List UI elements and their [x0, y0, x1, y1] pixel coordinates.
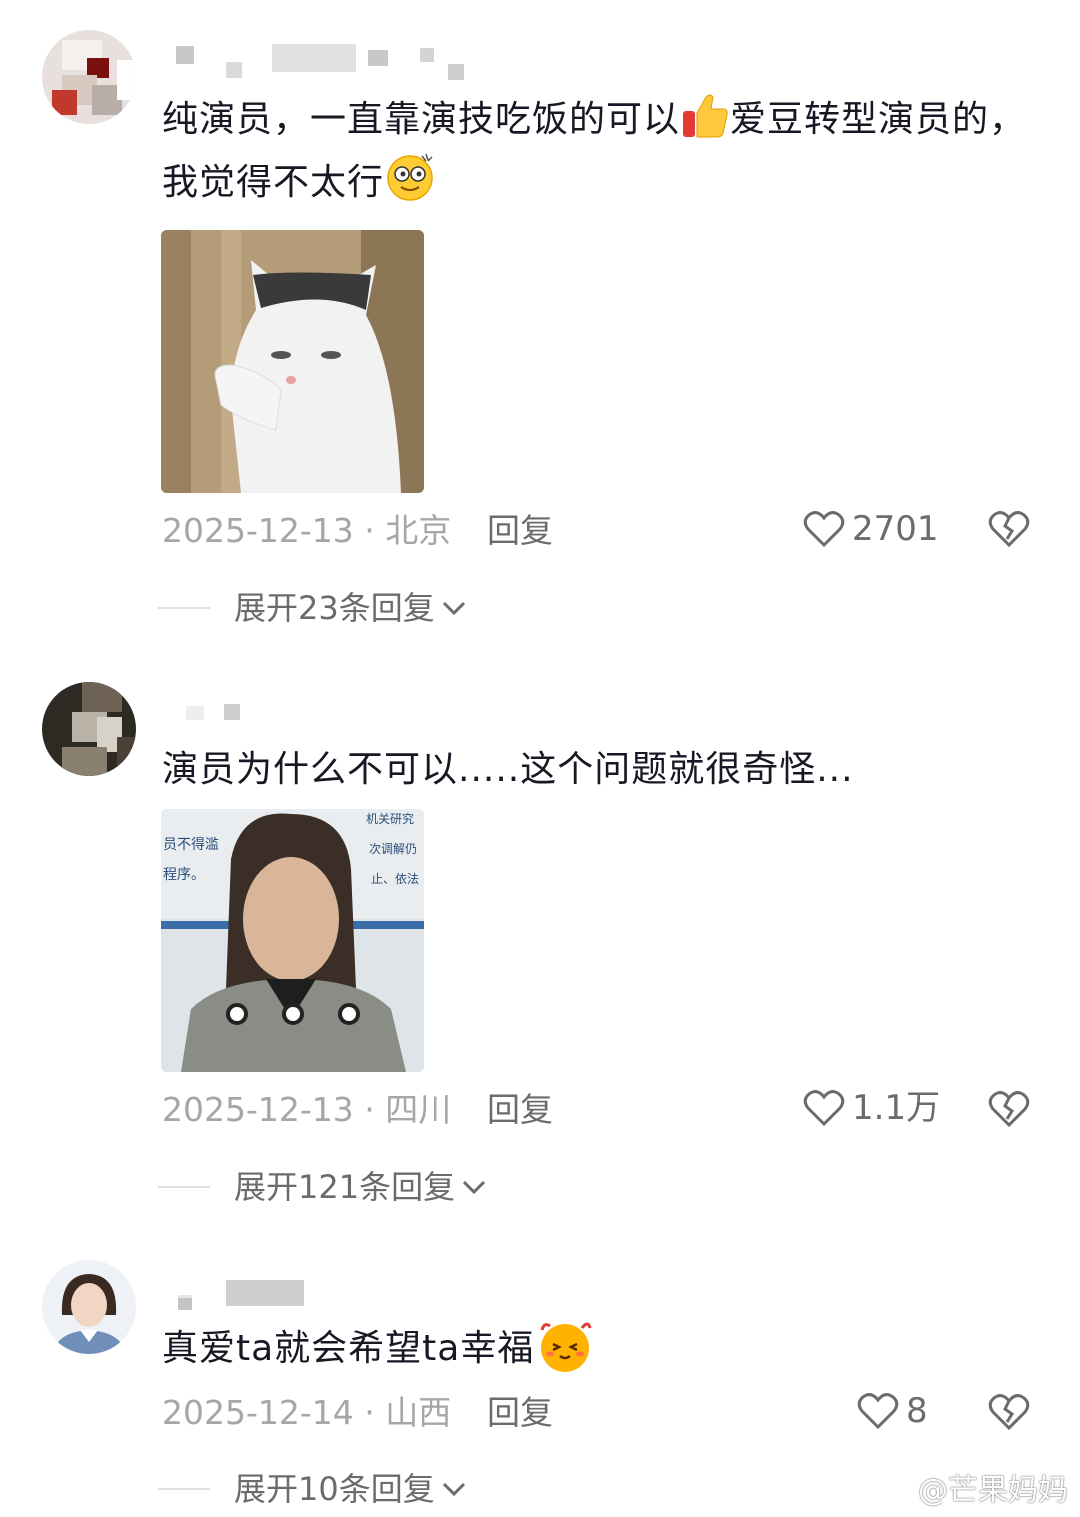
chevron-down-icon — [442, 1482, 465, 1497]
avatar[interactable] — [42, 1260, 136, 1354]
like-count: 8 — [906, 1391, 928, 1431]
like-button[interactable]: 8 — [856, 1389, 928, 1433]
weibo-logo-icon — [878, 1474, 913, 1502]
reply-button[interactable]: 回复 — [487, 1393, 553, 1433]
dislike-button[interactable] — [986, 1389, 1032, 1433]
meta-separator: · — [364, 1393, 375, 1432]
watermark-text: @芒果妈妈 — [918, 1473, 1068, 1508]
divider-line — [158, 1488, 210, 1490]
expand-replies-button[interactable]: 展开10条回复 — [158, 1469, 467, 1509]
blushing-face-icon — [534, 1316, 596, 1374]
watermark: @芒果妈妈 — [878, 1465, 1068, 1509]
comment-text-part: 真爱ta就会希望ta幸福 — [162, 1328, 535, 1369]
comment-date: 2025-12-14 — [162, 1393, 354, 1432]
heart-icon — [857, 1393, 899, 1430]
comment-text: 真爱ta就会希望ta幸福 — [162, 1316, 1052, 1379]
comment-meta: 2025-12-14 · 山西 — [162, 1393, 451, 1433]
comment-item: 真爱ta就会希望ta幸福 2025-12-14 · 山西 回复 8 展开10条回… — [0, 0, 1080, 1517]
broken-heart-icon — [988, 1394, 1030, 1431]
expand-replies-label: 展开10条回复 — [234, 1470, 435, 1508]
comment-location: 山西 — [385, 1393, 452, 1432]
